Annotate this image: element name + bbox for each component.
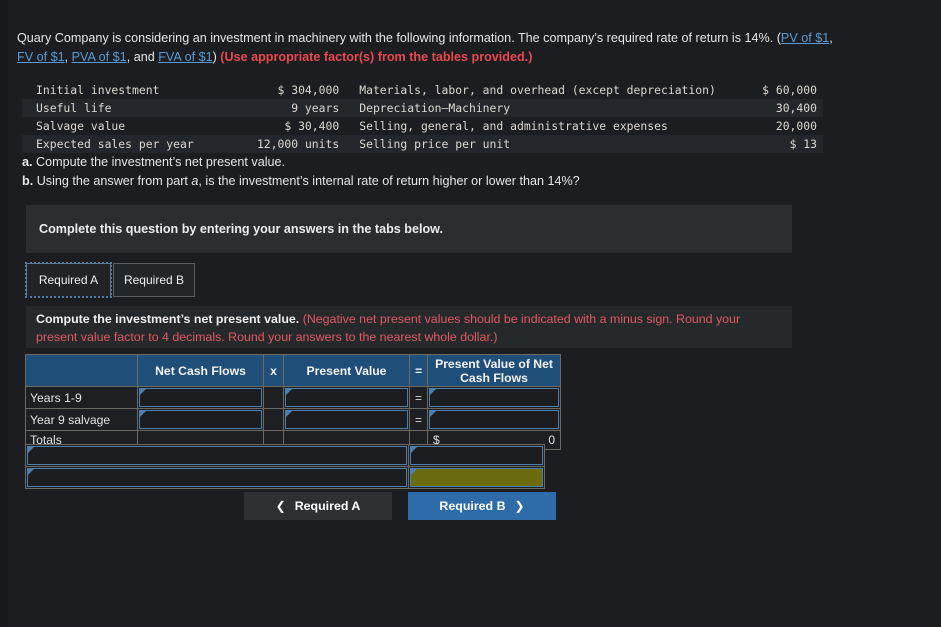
- header-net-cash-flows: Net Cash Flows: [137, 354, 264, 387]
- given-label-2: Depreciation–Machinery: [345, 99, 737, 117]
- given-value-2: $ 60,000: [762, 83, 817, 97]
- operator-multiply-years: [263, 386, 284, 409]
- input-pv-net-years[interactable]: [429, 388, 559, 407]
- chevron-left-icon: ❮: [275, 499, 286, 513]
- link-pva-of-1[interactable]: PVA of $1: [72, 50, 127, 64]
- cell-pv-net-years: [427, 386, 561, 409]
- cell-extra-2-right: [408, 466, 545, 489]
- given-value: 12,000 units: [223, 135, 346, 153]
- header-equals: =: [409, 354, 428, 387]
- tab-strip: Required A Required B: [25, 262, 792, 299]
- given-label: Initial investment: [36, 83, 160, 97]
- question-b-post: , is the investment’s internal rate of r…: [198, 174, 580, 188]
- row-label-year-9-salvage: Year 9 salvage: [25, 408, 138, 431]
- input-extra-1-left[interactable]: [27, 446, 407, 465]
- tab-required-a-label: Required A: [38, 273, 99, 287]
- cell-net-cash-flows-salvage: [137, 408, 264, 431]
- input-net-cash-flows-years[interactable]: [139, 388, 262, 407]
- header-present-value-of-net-cash-flows: Present Value of Net Cash Flows: [427, 354, 561, 387]
- operator-equals-years: =: [409, 386, 428, 409]
- sub-instruction-title: Compute the investment’s net present val…: [36, 312, 300, 326]
- sub-instruction: Compute the investment’s net present val…: [26, 306, 792, 348]
- header-present-value: Present Value: [283, 354, 410, 387]
- separator-3: , and: [126, 50, 159, 64]
- question-b: b. Using the answer from part a, is the …: [22, 172, 580, 191]
- chevron-right-icon: ❯: [514, 499, 525, 513]
- input-net-cash-flows-salvage[interactable]: [139, 410, 262, 429]
- question-list: a. Compute the investment’s net present …: [22, 153, 580, 191]
- input-present-value-years[interactable]: [285, 388, 408, 407]
- given-value: $ 30,400: [284, 119, 340, 133]
- question-page: Quary Company is considering an investme…: [8, 0, 941, 627]
- input-pv-net-salvage[interactable]: [429, 410, 559, 429]
- given-label: Useful life: [22, 99, 224, 117]
- table-row: Years 1-9 =: [25, 386, 561, 409]
- separator-2: ,: [64, 50, 72, 64]
- question-a-text: Compute the investment’s net present val…: [36, 155, 286, 169]
- input-extra-2-left[interactable]: [27, 468, 407, 487]
- given-label-2: Selling, general, and administrative exp…: [359, 119, 668, 133]
- answer-grid-header-row: Net Cash Flows x Present Value = Present…: [25, 354, 561, 387]
- given-value: $ 304,000: [277, 83, 340, 97]
- given-value-2: 30,400: [736, 99, 823, 117]
- previous-button-label: Required A: [294, 499, 361, 513]
- extra-row-1: [25, 444, 545, 467]
- table-row: [25, 466, 545, 489]
- table-row: Expected sales per year 12,000 units Sel…: [22, 135, 823, 153]
- question-a: a. Compute the investment’s net present …: [22, 153, 580, 172]
- tab-required-b[interactable]: Required B: [113, 263, 195, 297]
- problem-statement: Quary Company is considering an investme…: [17, 29, 852, 67]
- cell-extra-2-left: [25, 466, 409, 489]
- given-label-2: Selling price per unit: [345, 135, 737, 153]
- instruction-banner-text: Complete this question by entering your …: [39, 222, 443, 236]
- link-pv-of-1[interactable]: PV of $1: [781, 31, 829, 45]
- separator-1: ,: [829, 31, 833, 45]
- question-a-marker: a.: [22, 155, 33, 169]
- extra-row-2: [25, 466, 545, 489]
- next-required-b-button[interactable]: Required B ❯: [408, 492, 556, 520]
- operator-multiply-salvage: [263, 408, 284, 431]
- header-blank: [25, 354, 138, 387]
- table-row: Year 9 salvage =: [25, 408, 561, 431]
- given-data-table: Initial investment $ 304,000 Materials, …: [22, 81, 823, 153]
- link-fv-of-1[interactable]: FV of $1: [17, 50, 65, 64]
- instruction-banner: Complete this question by entering your …: [26, 205, 792, 253]
- given-label: Expected sales per year: [22, 135, 224, 153]
- given-value-2: $ 13: [736, 135, 823, 153]
- question-b-marker: b.: [22, 174, 34, 188]
- navigation-buttons: ❮ Required A Required B ❯: [244, 492, 556, 520]
- input-present-value-salvage[interactable]: [285, 410, 408, 429]
- input-extra-1-right[interactable]: [410, 446, 543, 465]
- given-label-2: Materials, labor, and overhead (except d…: [359, 83, 716, 97]
- row-label-years-1-9: Years 1-9: [25, 386, 138, 409]
- cell-present-value-salvage: [283, 408, 410, 431]
- cell-present-value-years: [283, 386, 410, 409]
- totals-value: 0: [548, 433, 555, 447]
- given-value: 9 years: [223, 99, 346, 117]
- cell-extra-1-left: [25, 444, 409, 467]
- next-button-label: Required B: [439, 499, 506, 513]
- answer-grid: Net Cash Flows x Present Value = Present…: [25, 354, 561, 450]
- statement-text: Quary Company is considering an investme…: [17, 31, 781, 45]
- previous-required-a-button[interactable]: ❮ Required A: [244, 492, 392, 520]
- table-row: Useful life 9 years Depreciation–Machine…: [22, 99, 823, 117]
- cell-pv-net-salvage: [427, 408, 561, 431]
- table-row: Salvage value $ 30,400 Selling, general,…: [22, 117, 823, 135]
- tab-required-b-label: Required B: [123, 273, 185, 287]
- input-extra-2-right-highlighted[interactable]: [410, 468, 543, 487]
- operator-equals-salvage: =: [409, 408, 428, 431]
- header-multiply: x: [263, 354, 284, 387]
- use-factors-note: (Use appropriate factor(s) from the tabl…: [220, 50, 533, 64]
- table-row: Initial investment $ 304,000 Materials, …: [22, 81, 823, 99]
- tab-required-a[interactable]: Required A: [25, 262, 112, 298]
- cell-extra-1-right: [408, 444, 545, 467]
- question-b-pre: Using the answer from part: [36, 174, 192, 188]
- given-label: Salvage value: [36, 119, 126, 133]
- cell-net-cash-flows-years: [137, 386, 264, 409]
- link-fva-of-1[interactable]: FVA of $1: [158, 50, 212, 64]
- table-row: [25, 444, 545, 467]
- given-value-2: 20,000: [775, 119, 817, 133]
